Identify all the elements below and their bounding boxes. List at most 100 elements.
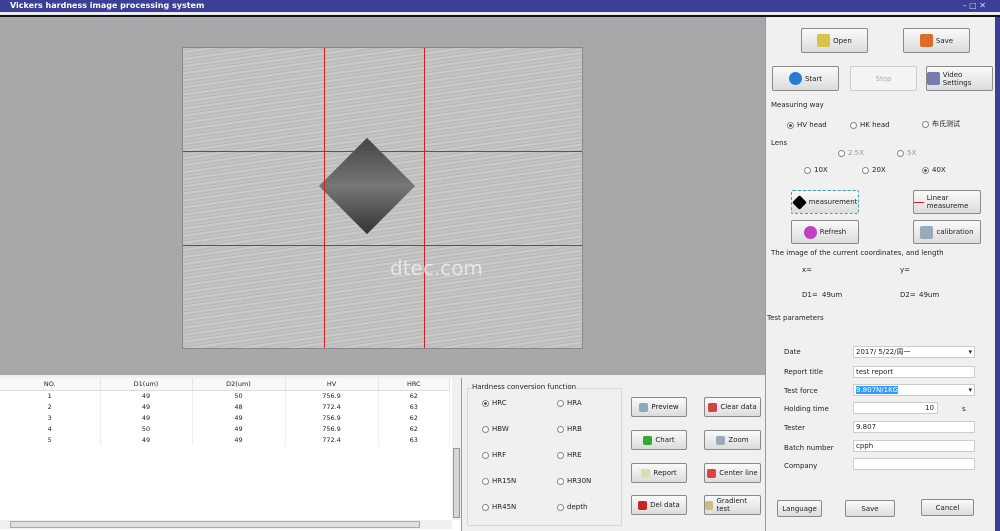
scroll-thumb[interactable] xyxy=(453,448,460,518)
radio-hre[interactable]: HRE xyxy=(557,451,582,459)
table-row[interactable]: 2 49 48 772.4 63 xyxy=(0,401,450,412)
col-hrc[interactable]: HRC xyxy=(378,378,450,391)
radio-hrb[interactable]: HRB xyxy=(557,425,582,433)
tester-label: Tester xyxy=(784,424,805,432)
zoom-icon xyxy=(716,435,726,445)
linear-measurement-button[interactable]: Linear measureme xyxy=(913,190,981,214)
clear-data-button[interactable]: Clear data xyxy=(704,397,761,417)
calendar-dropdown-icon[interactable]: ▾ xyxy=(968,347,972,357)
language-button[interactable]: Language xyxy=(777,500,822,517)
col-no[interactable]: NO. xyxy=(0,378,101,391)
chart-button[interactable]: Chart xyxy=(631,430,687,450)
test-force-value: 9.807N/1KG xyxy=(856,386,899,394)
save-button[interactable]: Save xyxy=(903,28,970,53)
h-scroll-thumb[interactable] xyxy=(10,521,420,528)
calibration-button[interactable]: calibration xyxy=(913,220,981,244)
results-table[interactable]: NO. D1(um) D2(um) HV HRC 1 49 50 756.9 62 2 49… xyxy=(0,378,462,531)
radio-hrc[interactable]: HRC xyxy=(482,399,507,407)
table-row[interactable]: 1 49 50 756.9 62 xyxy=(0,390,450,401)
stop-button[interactable]: Stop xyxy=(850,66,917,91)
table-cell: 50 xyxy=(192,390,286,401)
col-d2[interactable]: D2(um) xyxy=(192,378,286,391)
d1-value: 49um xyxy=(822,291,843,299)
date-label: Date xyxy=(784,348,801,356)
radio-hbw[interactable]: HBW xyxy=(482,425,509,433)
center-line-button[interactable]: Center line xyxy=(704,463,761,483)
table-cell: 49 xyxy=(192,434,286,445)
table-row[interactable]: 5 49 49 772.4 63 xyxy=(0,434,450,445)
stop-label: Stop xyxy=(875,74,892,83)
crosshair-line-v1[interactable] xyxy=(324,48,325,348)
col-d1[interactable]: D1(um) xyxy=(100,378,193,391)
gradient-test-button[interactable]: Gradient test xyxy=(704,495,761,515)
start-button[interactable]: Start xyxy=(772,66,839,91)
report-button[interactable]: Report xyxy=(631,463,687,483)
table-row[interactable]: 3 49 49 756.9 62 xyxy=(0,412,450,423)
table-cell: 2 xyxy=(0,401,101,412)
horizontal-scrollbar[interactable] xyxy=(0,520,452,529)
center-line-icon xyxy=(707,468,717,478)
play-icon xyxy=(788,72,802,85)
table-cell: 48 xyxy=(192,401,286,412)
date-picker[interactable]: 2017/ 5/22/周一 ▾ xyxy=(853,346,975,358)
params-save-button[interactable]: Save xyxy=(845,500,895,517)
control-panel xyxy=(765,17,995,531)
refresh-icon xyxy=(803,225,817,239)
radio-lens-40x[interactable]: 40X xyxy=(922,166,946,174)
radio-depth[interactable]: depth xyxy=(557,503,587,511)
report-label: Report xyxy=(653,469,677,477)
table-cell: 1 xyxy=(0,390,101,401)
crosshair-line-h1[interactable] xyxy=(183,151,582,152)
col-hv[interactable]: HV xyxy=(285,378,379,391)
radio-label: HRB xyxy=(567,425,582,433)
batch-number-input[interactable]: cpph xyxy=(853,440,975,452)
radio-brinell[interactable]: 布氏测试 xyxy=(922,119,960,129)
radio-hr45n[interactable]: HR45N xyxy=(482,503,516,511)
vertical-scrollbar[interactable] xyxy=(452,378,461,520)
radio-label: HV head xyxy=(797,121,827,129)
del-data-button[interactable]: Del data xyxy=(631,495,687,515)
preview-button[interactable]: Preview xyxy=(631,397,687,417)
report-title-label: Report title xyxy=(784,368,824,376)
diamond-icon xyxy=(791,194,807,210)
crosshair-line-v2[interactable] xyxy=(424,48,425,348)
radio-hv-head[interactable]: HV head xyxy=(787,121,827,129)
d2-value: 49um xyxy=(919,291,940,299)
radio-lens-2-5x[interactable]: 2.5X xyxy=(838,149,864,157)
radio-hr30n[interactable]: HR30N xyxy=(557,477,591,485)
video-settings-button[interactable]: Video Settings xyxy=(926,66,993,91)
window-controls[interactable]: – □ ✕ xyxy=(963,0,986,12)
measurement-button[interactable]: measurement xyxy=(791,190,859,214)
table-cell: 62 xyxy=(378,412,450,423)
folder-icon xyxy=(817,34,831,47)
radio-hra[interactable]: HRA xyxy=(557,399,582,407)
radio-label: 5X xyxy=(907,149,917,157)
open-button[interactable]: Open xyxy=(801,28,868,53)
table-cell: 62 xyxy=(378,390,450,401)
x-coord: x= xyxy=(802,266,813,274)
test-force-label: Test force xyxy=(784,387,818,395)
report-title-input[interactable]: test report xyxy=(853,366,975,378)
clear-icon xyxy=(708,402,718,412)
radio-hr15n[interactable]: HR15N xyxy=(482,477,516,485)
radio-lens-10x[interactable]: 10X xyxy=(804,166,828,174)
table-row[interactable]: 4 50 49 756.9 62 xyxy=(0,423,450,434)
radio-lens-20x[interactable]: 20X xyxy=(862,166,886,174)
radio-hk-head[interactable]: HK head xyxy=(850,121,890,129)
refresh-button[interactable]: Refresh xyxy=(791,220,859,244)
zoom-button[interactable]: Zoom xyxy=(704,430,761,450)
cancel-button[interactable]: Cancel xyxy=(921,499,974,516)
radio-hrf[interactable]: HRF xyxy=(482,451,506,459)
radio-label: 10X xyxy=(814,166,828,174)
tester-input[interactable]: 9.807 xyxy=(853,421,975,433)
table-cell: 49 xyxy=(192,423,286,434)
specimen-image[interactable] xyxy=(182,47,583,349)
table-cell: 772.4 xyxy=(285,401,379,412)
lens-label: Lens xyxy=(771,139,788,147)
chevron-down-icon: ▾ xyxy=(968,386,972,394)
crosshair-line-h2[interactable] xyxy=(183,245,582,246)
holding-time-input[interactable]: 10 xyxy=(853,402,938,414)
company-input[interactable] xyxy=(853,458,975,470)
radio-lens-5x[interactable]: 5X xyxy=(897,149,916,157)
test-force-select[interactable]: 9.807N/1KG ▾ xyxy=(853,384,975,396)
